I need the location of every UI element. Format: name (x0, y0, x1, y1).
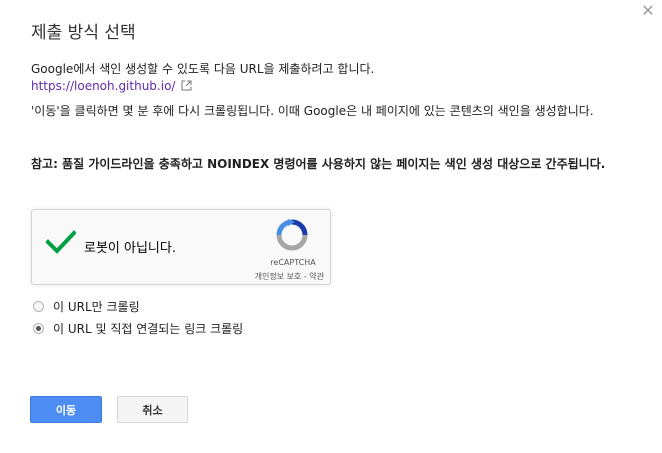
external-link-icon[interactable] (181, 79, 192, 95)
radio-crawl-url-and-links[interactable] (33, 323, 44, 334)
radio-crawl-url-only[interactable] (33, 301, 44, 312)
recaptcha-terms-link[interactable]: 개인정보 보호 - 약관 (230, 271, 324, 282)
intro-text: Google에서 색인 생성할 수 있도록 다음 URL을 제출하려고 합니다. (31, 62, 375, 76)
explanation-text: '이동'을 클릭하면 몇 분 후에 다시 크롤링됩니다. 이때 Google은 … (31, 104, 594, 118)
recaptcha-label: 로봇이 아닙니다. (84, 241, 176, 256)
submitted-url-link[interactable]: https://loenoh.github.io/ (31, 78, 192, 95)
option-crawl-url-and-links[interactable]: 이 URL 및 직접 연결되는 링크 크롤링 (33, 320, 243, 337)
option-label[interactable]: 이 URL만 크롤링 (53, 298, 140, 315)
go-button[interactable]: 이동 (30, 396, 102, 423)
recaptcha-logo-icon (275, 219, 309, 255)
note-text: 참고: 품질 가이드라인을 충족하고 NOINDEX 명령어를 사용하지 않는 … (31, 157, 606, 171)
recaptcha-brand: reCAPTCHA (270, 258, 316, 267)
checkmark-icon[interactable] (45, 230, 77, 258)
option-crawl-url-only[interactable]: 이 URL만 크롤링 (33, 298, 140, 315)
url-text[interactable]: https://loenoh.github.io/ (31, 79, 175, 93)
recaptcha-widget[interactable]: 로봇이 아닙니다. reCAPTCHA 개인정보 보호 - 약관 (31, 209, 331, 285)
dialog-title: 제출 방식 선택 (31, 23, 136, 43)
close-icon[interactable]: ✕ (640, 3, 656, 19)
option-label[interactable]: 이 URL 및 직접 연결되는 링크 크롤링 (53, 320, 243, 337)
cancel-button[interactable]: 취소 (117, 396, 188, 423)
